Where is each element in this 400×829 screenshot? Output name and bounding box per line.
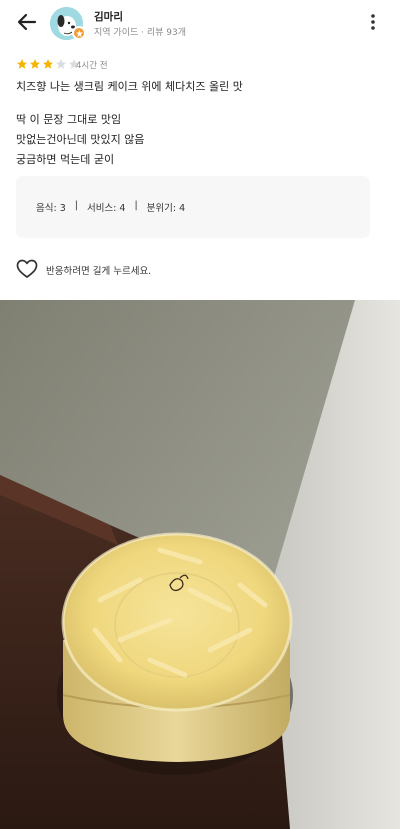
star-rating — [16, 58, 80, 70]
review-text-line: 궁금하면 먹는데 굳이 — [16, 153, 115, 166]
score-separator: | — [74, 200, 78, 211]
review-text-line: 딱 이 문장 그대로 맛임 — [16, 113, 122, 126]
reaction-prompt: 반응하려면 길게 누르세요. — [46, 266, 152, 277]
more-vertical-icon[interactable] — [364, 11, 382, 33]
review-time: 4시간 전 — [76, 61, 108, 71]
review-text-line: 맛없는건아닌데 맛있지 않음 — [16, 133, 145, 146]
reviewer-name[interactable]: 김마리 — [94, 9, 123, 24]
star-filled-icon — [30, 59, 40, 69]
back-arrow-icon[interactable] — [14, 10, 40, 34]
atmosphere-score: 분위기: 4 — [146, 203, 186, 214]
score-separator: | — [134, 200, 138, 211]
heart-outline-icon[interactable] — [16, 259, 38, 279]
star-empty-icon — [56, 59, 66, 69]
star-filled-icon — [17, 59, 27, 69]
review-text-line: 치즈향 나는 생크림 케이크 위에 체다치즈 올린 맛 — [16, 80, 243, 93]
review-header: 김마리 지역 가이드 · 리뷰 93개 — [0, 0, 400, 44]
score-summary-card: 음식: 3 | 서비스: 4 | 분위기: 4 — [16, 176, 370, 238]
review-photo[interactable] — [0, 300, 400, 829]
service-score: 서비스: 4 — [86, 203, 126, 214]
food-score: 음식: 3 — [36, 203, 66, 214]
local-guide-badge-icon — [72, 26, 86, 40]
star-filled-icon — [43, 59, 53, 69]
reviewer-subinfo: 지역 가이드 · 리뷰 93개 — [94, 28, 186, 38]
